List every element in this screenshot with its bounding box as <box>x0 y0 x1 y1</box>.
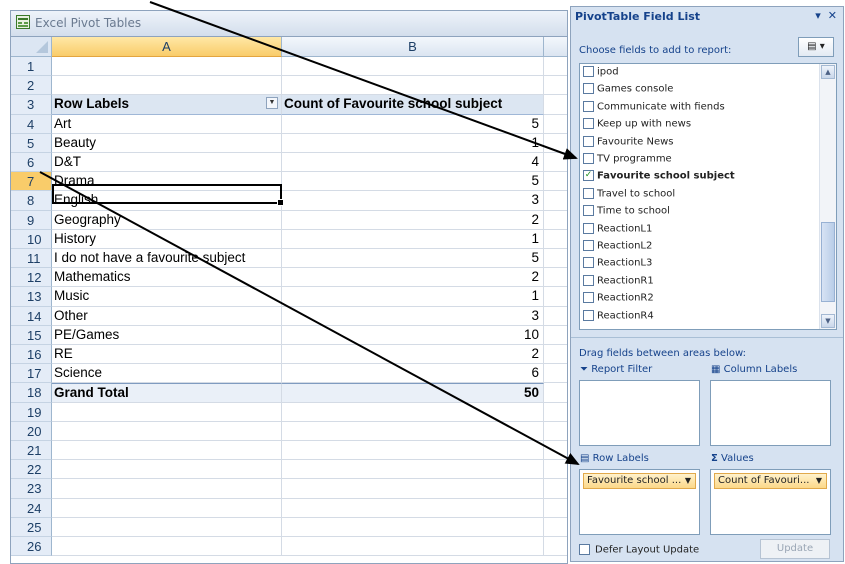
arrow-to-row-labels-area <box>39 171 580 465</box>
annotation-arrows <box>39 1 580 465</box>
arrow-to-field-checkbox <box>149 1 578 160</box>
